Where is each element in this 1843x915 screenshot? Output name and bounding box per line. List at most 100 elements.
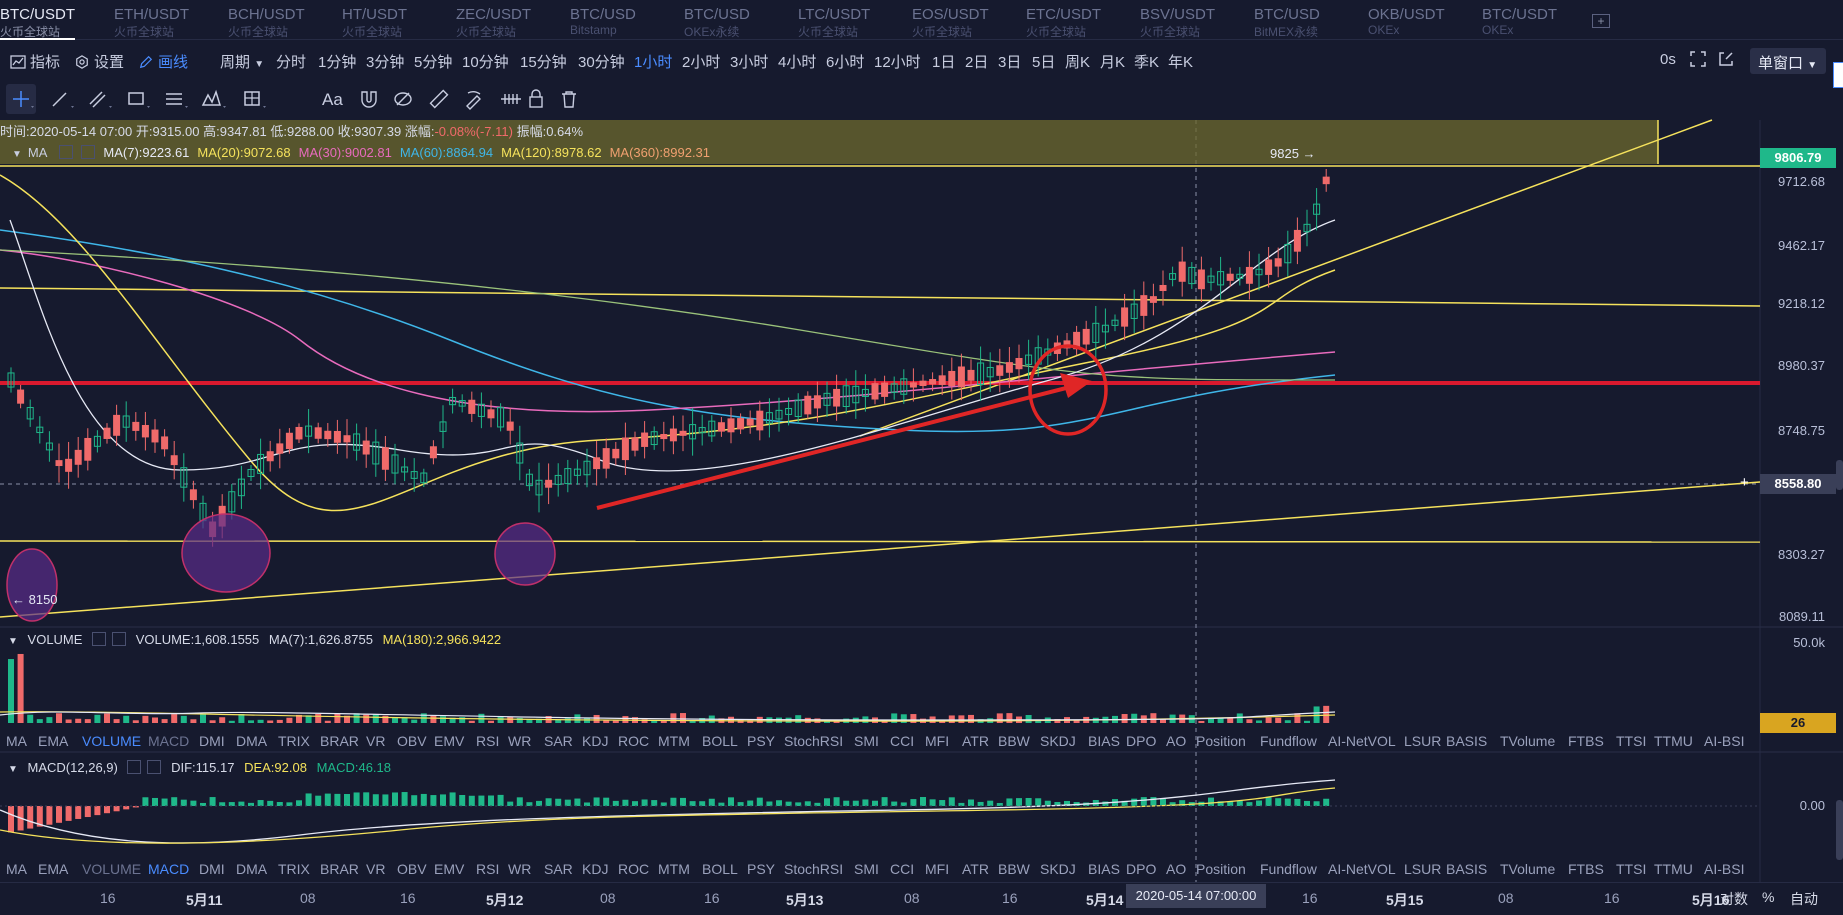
indicator-option[interactable]: StochRSI [784, 733, 843, 749]
indicator-option[interactable]: MTM [658, 733, 690, 749]
indicator-option[interactable]: WR [508, 733, 531, 749]
indicator-option[interactable]: SAR [544, 733, 573, 749]
indicator-option[interactable]: ATR [962, 861, 989, 877]
indicator-option[interactable]: SAR [544, 861, 573, 877]
indicator-option[interactable]: BOLL [702, 861, 738, 877]
indicator-option[interactable]: OBV [397, 733, 427, 749]
indicator-option[interactable]: KDJ [582, 861, 608, 877]
indicator-option[interactable]: OBV [397, 861, 427, 877]
auto-scale-toggle[interactable]: 自动 [1790, 889, 1818, 909]
indicator-option[interactable]: AI-BSI [1704, 733, 1744, 749]
indicator-option[interactable]: LSUR [1404, 861, 1441, 877]
indicator-option[interactable]: BIAS [1088, 861, 1120, 877]
indicator-option[interactable]: MFI [925, 733, 949, 749]
indicator-option[interactable]: AO [1166, 733, 1186, 749]
indicator-option[interactable]: AI-NetVOL [1328, 733, 1396, 749]
indicator-option[interactable]: PSY [747, 733, 775, 749]
indicator-option[interactable]: TRIX [278, 733, 310, 749]
indicator-option[interactable]: TTSI [1616, 861, 1646, 877]
indicator-option[interactable]: VOLUME [82, 733, 141, 749]
indicator-option[interactable]: SMI [854, 861, 879, 877]
indicator-option[interactable]: MA [6, 733, 27, 749]
indicator-option[interactable]: DMA [236, 861, 267, 877]
indicator-option[interactable]: DMA [236, 733, 267, 749]
caret-down-icon[interactable]: ▼ [12, 149, 22, 160]
close-icon[interactable] [112, 632, 127, 646]
indicator-option[interactable]: BIAS [1088, 733, 1120, 749]
indicator-option[interactable]: ROC [618, 733, 649, 749]
macd-bar [785, 801, 792, 806]
indicator-option[interactable]: SKDJ [1040, 733, 1076, 749]
indicator-option[interactable]: BRAR [320, 861, 359, 877]
indicator-option[interactable]: BBW [998, 733, 1030, 749]
indicator-option[interactable]: MFI [925, 861, 949, 877]
caret-down-icon[interactable]: ▼ [8, 636, 18, 647]
indicator-option[interactable]: Fundflow [1260, 733, 1317, 749]
indicator-option[interactable]: LSUR [1404, 733, 1441, 749]
rising-trend-line[interactable] [859, 119, 1713, 437]
indicator-option[interactable]: StochRSI [784, 861, 843, 877]
indicator-option[interactable]: BOLL [702, 733, 738, 749]
indicator-option[interactable]: CCI [890, 733, 914, 749]
indicator-option[interactable]: SMI [854, 733, 879, 749]
indicator-option[interactable]: TTMU [1654, 861, 1693, 877]
indicator-option[interactable]: DPO [1126, 861, 1156, 877]
trend-line[interactable] [0, 287, 1761, 307]
indicator-option[interactable]: Position [1196, 733, 1246, 749]
percent-scale-toggle[interactable]: % [1762, 889, 1774, 905]
indicator-option[interactable]: BASIS [1446, 733, 1487, 749]
indicator-option[interactable]: RSI [476, 861, 499, 877]
indicator-option[interactable]: VR [366, 861, 385, 877]
indicator-option[interactable]: EMA [38, 733, 68, 749]
indicator-option[interactable]: TRIX [278, 861, 310, 877]
bottom-marker-circle[interactable] [6, 548, 58, 622]
indicator-option[interactable]: RSI [476, 733, 499, 749]
indicator-option[interactable]: FTBS [1568, 861, 1604, 877]
close-icon[interactable] [147, 760, 162, 774]
indicator-option[interactable]: EMA [38, 861, 68, 877]
indicator-option[interactable]: DMI [199, 861, 225, 877]
indicator-option[interactable]: WR [508, 861, 531, 877]
indicator-option[interactable]: MTM [658, 861, 690, 877]
bottom-marker-circle[interactable] [494, 522, 556, 586]
indicator-option[interactable]: AI-NetVOL [1328, 861, 1396, 877]
settings-icon[interactable] [127, 760, 142, 774]
indicator-option[interactable]: DPO [1126, 733, 1156, 749]
indicator-option[interactable]: KDJ [582, 733, 608, 749]
indicator-option[interactable]: TVolume [1500, 861, 1555, 877]
indicator-option[interactable]: BRAR [320, 733, 359, 749]
indicator-option[interactable]: MACD [148, 861, 189, 877]
dea-line [0, 787, 1336, 844]
indicator-option[interactable]: MA [6, 861, 27, 877]
indicator-option[interactable]: EMV [434, 733, 464, 749]
add-alert-icon[interactable]: + [1740, 474, 1749, 491]
indicator-option[interactable]: CCI [890, 861, 914, 877]
indicator-option[interactable]: VOLUME [82, 861, 141, 877]
indicator-option[interactable]: FTBS [1568, 733, 1604, 749]
scrollbar[interactable] [1836, 460, 1843, 490]
indicator-option[interactable]: BBW [998, 861, 1030, 877]
indicator-option[interactable]: SKDJ [1040, 861, 1076, 877]
indicator-option[interactable]: TTMU [1654, 733, 1693, 749]
indicator-option[interactable]: Fundflow [1260, 861, 1317, 877]
indicator-option[interactable]: DMI [199, 733, 225, 749]
indicator-option[interactable]: MACD [148, 733, 189, 749]
settings-icon[interactable] [59, 145, 74, 159]
caret-down-icon[interactable]: ▼ [8, 764, 18, 775]
indicator-option[interactable]: BASIS [1446, 861, 1487, 877]
log-scale-toggle[interactable]: 对数 [1720, 889, 1748, 909]
settings-icon[interactable] [92, 632, 107, 646]
close-icon[interactable] [81, 145, 96, 159]
indicator-option[interactable]: VR [366, 733, 385, 749]
indicator-option[interactable]: ATR [962, 733, 989, 749]
indicator-option[interactable]: EMV [434, 861, 464, 877]
indicator-option[interactable]: TTSI [1616, 733, 1646, 749]
scrollbar[interactable] [1836, 800, 1843, 860]
indicator-option[interactable]: TVolume [1500, 733, 1555, 749]
indicator-option[interactable]: Position [1196, 861, 1246, 877]
indicator-option[interactable]: AO [1166, 861, 1186, 877]
indicator-option[interactable]: ROC [618, 861, 649, 877]
indicator-option[interactable]: AI-BSI [1704, 861, 1744, 877]
bottom-marker-circle[interactable] [181, 513, 271, 593]
indicator-option[interactable]: PSY [747, 861, 775, 877]
